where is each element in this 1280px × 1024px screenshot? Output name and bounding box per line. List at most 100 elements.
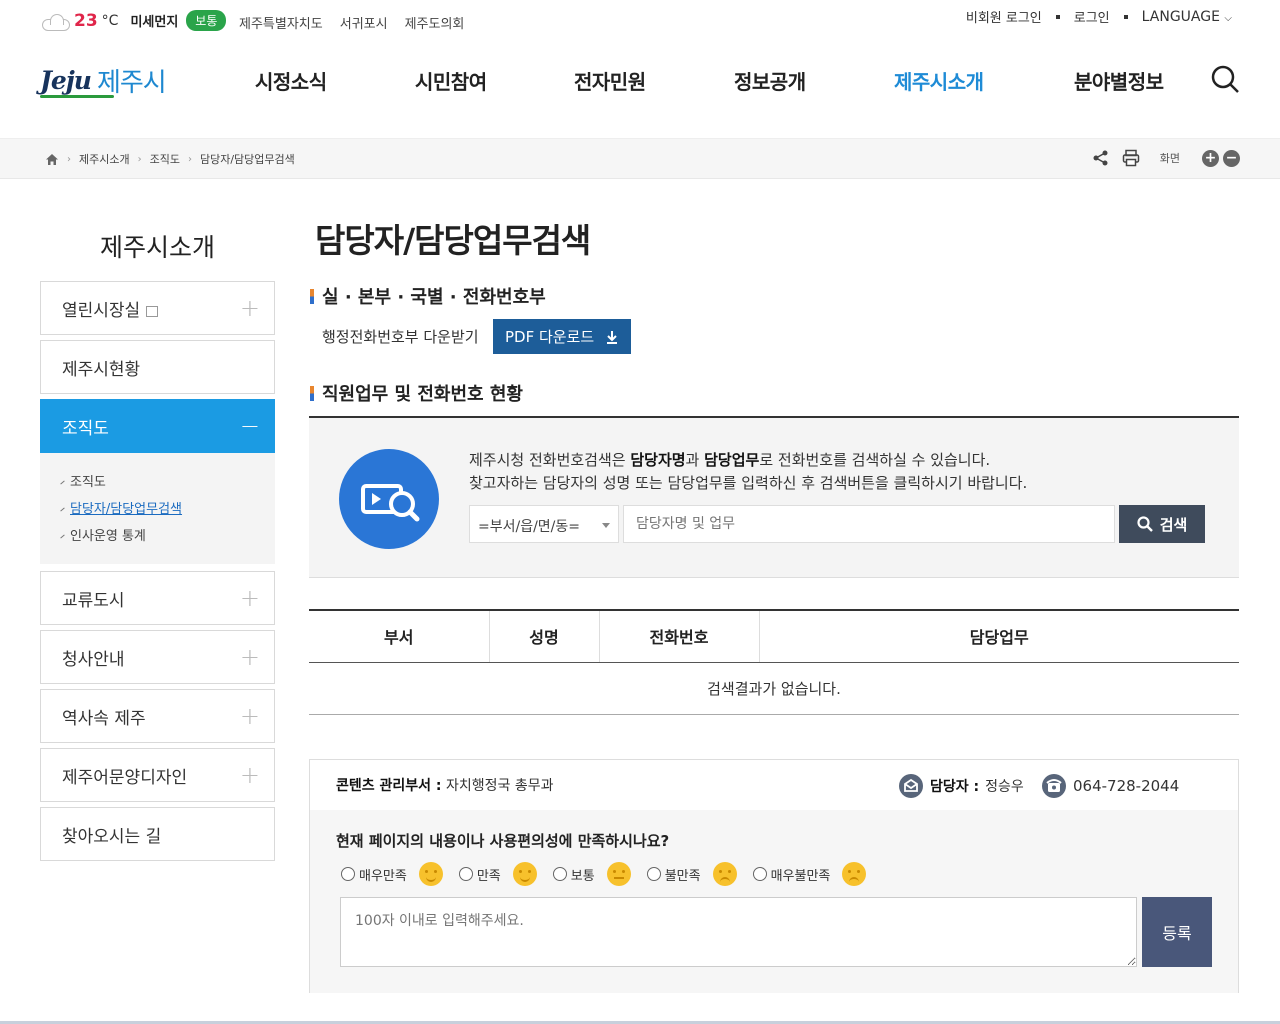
very-happy-face-icon (418, 862, 443, 886)
instruction-line-2: 찾고자하는 담당자의 성명 또는 담당업무를 입력하신 후 검색버튼을 클릭하시… (469, 474, 1028, 492)
sidebar-item-history[interactable]: 역사속 제주 + (40, 689, 275, 743)
option-satisfied[interactable]: 만족 (458, 862, 537, 886)
breadcrumb-separator: › (137, 153, 142, 165)
section-staff-heading: 직원업무 및 전화번호 현황 (310, 380, 523, 406)
nav-about-jeju-city[interactable]: 제주시소개 (894, 66, 984, 95)
search-button[interactable]: 검색 (1119, 505, 1205, 543)
sidebar-nav: 열린시장실 + 제주시현황 조직도 − 조직도 담당자/담당업무검색 인사운영 … (40, 281, 275, 866)
subnav-item-staff-search[interactable]: 담당자/담당업무검색 (58, 496, 275, 523)
subnav-item-hr-statistics[interactable]: 인사운영 통계 (58, 523, 275, 550)
related-site-links: 제주특별자치도 서귀포시 제주도의회 (239, 13, 464, 32)
option-label: 보통 (570, 868, 595, 884)
link-jeju-council[interactable]: 제주도의회 (405, 13, 465, 32)
breadcrumb: › 제주시소개 › 조직도 › 담당자/담당업무검색 (45, 151, 295, 167)
manager-icon (899, 774, 923, 798)
nav-e-civil-service[interactable]: 전자민원 (574, 66, 646, 95)
search-illustration-icon (339, 449, 439, 549)
nav-field-information[interactable]: 분야별정보 (1074, 66, 1164, 95)
sidebar-item-sister-cities[interactable]: 교류도시 + (40, 571, 275, 625)
sidebar-item-label: 역사속 제주 (62, 708, 146, 729)
neutral-face-icon (606, 862, 631, 886)
guest-login-link[interactable]: 비회원 로그인 (966, 7, 1042, 26)
nav-city-news[interactable]: 시정소식 (255, 66, 327, 95)
page-tools: 화면 + − (1092, 149, 1240, 167)
option-label: 매우만족 (359, 868, 407, 884)
breadcrumb-item[interactable]: 제주시소개 (79, 151, 130, 167)
search-icon[interactable] (1210, 64, 1240, 94)
sidebar-item-building-guide[interactable]: 청사안내 + (40, 630, 275, 684)
share-icon[interactable] (1092, 149, 1110, 167)
sidebar-item-city-status[interactable]: 제주시현황 (40, 340, 275, 394)
plus-icon: + (239, 584, 260, 612)
link-jeju-province[interactable]: 제주특별자치도 (239, 13, 323, 32)
pdf-download-button[interactable]: PDF 다운로드 (492, 319, 631, 354)
sad-face-icon (712, 862, 737, 886)
main-navigation: Jeju 제주시 시정소식 시민참여 전자민원 정보공개 제주시소개 분야별정보 (0, 50, 1280, 112)
option-label: 불만족 (664, 868, 701, 884)
page-title: 담당자/담당업무검색 (315, 221, 591, 260)
plus-icon: + (239, 643, 260, 671)
instruction-text: 과 (685, 451, 705, 469)
breadcrumb-item-current[interactable]: 담당자/담당업무검색 (200, 151, 295, 167)
zoom-in-icon[interactable]: + (1202, 149, 1219, 167)
plus-icon: + (239, 702, 260, 730)
subnav-item-organization[interactable]: 조직도 (58, 469, 275, 496)
download-label: 행정전화번호부 다운받기 (322, 328, 479, 346)
content-info-panel: 콘텐츠 관리부서 : 자치행정국 총무과 담당자 : 정승우 064-728-2… (309, 759, 1239, 993)
sidebar-item-directions[interactable]: 찾아오시는 길 (40, 807, 275, 861)
radio-button[interactable] (341, 867, 355, 881)
staff-search-input[interactable] (623, 505, 1115, 543)
table-row: 검색결과가 없습니다. (309, 662, 1239, 715)
logo-english: Jeju (40, 66, 114, 98)
language-label: LANGUAGE (1141, 8, 1220, 25)
column-header-name: 성명 (488, 609, 599, 663)
submit-feedback-button[interactable]: 등록 (1142, 897, 1212, 967)
happy-face-icon (512, 862, 537, 886)
utility-bar: 23 °C 미세먼지 보통 제주특별자치도 서귀포시 제주도의회 비회원 로그인… (0, 0, 1280, 42)
temperature: 23 (74, 10, 98, 31)
chevron-down-icon: ⌵ (1224, 12, 1232, 24)
option-neutral[interactable]: 보통 (552, 862, 631, 886)
sidebar-item-mayor-office[interactable]: 열린시장실 + (40, 281, 275, 335)
option-very-satisfied[interactable]: 매우만족 (341, 862, 443, 886)
external-window-icon (146, 305, 159, 317)
separator-dot (1055, 14, 1060, 19)
sidebar-item-label: 청사안내 (62, 649, 125, 670)
home-icon[interactable] (45, 153, 59, 166)
department-select[interactable]: =부서/읍/면/동= (469, 505, 619, 543)
managing-dept-label: 콘텐츠 관리부서 : (336, 778, 442, 794)
pdf-download-label: PDF 다운로드 (504, 328, 595, 346)
breadcrumb-item[interactable]: 조직도 (150, 151, 180, 167)
sidebar-item-pattern-design[interactable]: 제주어문양디자인 + (40, 748, 275, 802)
satisfaction-question: 현재 페이지의 내용이나 사용편의성에 만족하시나요? (336, 832, 670, 850)
staff-search-box: 제주시청 전화번호검색은 담당자명과 담당업무로 전화번호를 검색하실 수 있습… (309, 416, 1239, 578)
screen-label: 화면 (1159, 152, 1180, 165)
phone-icon (1042, 774, 1066, 798)
zoom-out-icon[interactable]: − (1223, 149, 1240, 167)
radio-button[interactable] (552, 867, 567, 881)
radio-button[interactable] (752, 867, 767, 881)
nav-citizen-participation[interactable]: 시민참여 (415, 66, 487, 95)
sidebar-item-label: 찾아오시는 길 (62, 826, 162, 847)
login-link[interactable]: 로그인 (1074, 7, 1110, 26)
column-header-phone: 전화번호 (598, 609, 759, 663)
table-header-row: 부서 성명 전화번호 담당업무 (309, 609, 1239, 663)
separator-dot (1123, 14, 1128, 19)
language-selector[interactable]: LANGUAGE ⌵ (1142, 9, 1232, 25)
option-dissatisfied[interactable]: 불만족 (646, 862, 737, 886)
sidebar-item-label: 제주시현황 (62, 359, 141, 380)
section-staff-title: 직원업무 및 전화번호 현황 (322, 384, 523, 405)
nav-information-disclosure[interactable]: 정보공개 (734, 66, 806, 95)
radio-button[interactable] (646, 867, 661, 881)
print-icon[interactable] (1122, 149, 1140, 167)
department-select-value: =부서/읍/면/동= (478, 519, 581, 535)
content-manager-info: 콘텐츠 관리부서 : 자치행정국 총무과 담당자 : 정승우 064-728-2… (310, 760, 1238, 810)
site-logo[interactable]: Jeju 제주시 (40, 62, 167, 99)
sidebar-item-organization[interactable]: 조직도 − (40, 399, 275, 453)
feedback-textarea[interactable] (340, 897, 1137, 967)
link-seogwipo[interactable]: 서귀포시 (340, 13, 388, 32)
account-links: 비회원 로그인 로그인 LANGUAGE ⌵ (966, 7, 1232, 27)
radio-button[interactable] (458, 867, 473, 881)
option-very-dissatisfied[interactable]: 매우불만족 (752, 862, 867, 886)
section-phonebook-title: 실 · 본부 · 국별 · 전화번호부 (322, 287, 546, 308)
